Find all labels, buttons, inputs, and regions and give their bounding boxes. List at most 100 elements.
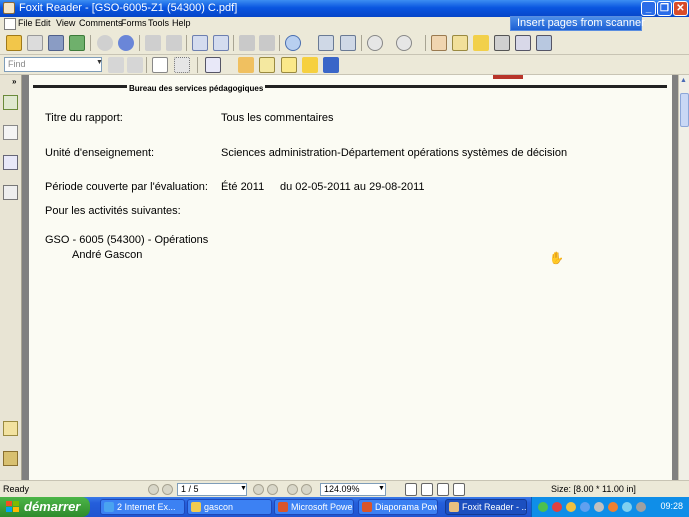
menu-file[interactable]: File — [18, 18, 33, 28]
usb-icon[interactable] — [594, 502, 604, 512]
zoom-level-field[interactable]: 124.09% — [320, 483, 386, 496]
foxit-app-icon[interactable] — [3, 2, 15, 14]
volume-icon[interactable] — [580, 502, 590, 512]
menu-edit[interactable]: Edit — [35, 18, 51, 28]
continuous-page-icon[interactable] — [174, 57, 190, 73]
attachments-icon[interactable] — [3, 185, 18, 200]
foxit-icon — [449, 502, 459, 512]
chevron-down-icon[interactable]: ▼ — [240, 485, 247, 492]
edit-icon[interactable] — [259, 57, 275, 73]
scroll-thumb[interactable] — [680, 93, 689, 127]
powerpoint-icon — [278, 502, 288, 512]
separator — [146, 57, 147, 73]
bookmarks-icon[interactable] — [3, 95, 18, 110]
menu-tools[interactable]: Tools — [148, 18, 169, 28]
instructor-name: André Gascon — [72, 249, 143, 261]
stamp-icon[interactable] — [238, 57, 254, 73]
messenger-icon[interactable] — [622, 502, 632, 512]
vertical-scrollbar[interactable]: ▲ — [678, 75, 689, 480]
fit-width-icon[interactable] — [340, 35, 356, 51]
annotation-icon[interactable] — [473, 35, 489, 51]
hand-tool-icon[interactable] — [431, 35, 447, 51]
task-slideshow[interactable]: Diaporama Pow... — [358, 499, 438, 515]
select-text-icon[interactable] — [452, 35, 468, 51]
network-icon[interactable] — [538, 502, 548, 512]
title-bar[interactable]: Foxit Reader - [GSO-6005-Z1 (54300) C.pd… — [0, 0, 689, 17]
app-tray-icon[interactable] — [608, 502, 618, 512]
find-previous-icon[interactable] — [108, 57, 124, 73]
update-icon[interactable] — [566, 502, 576, 512]
go-forward-icon[interactable] — [301, 484, 312, 495]
page-number-field[interactable]: 1 / 5 — [177, 483, 247, 496]
clock[interactable]: 09:28 — [660, 501, 683, 511]
last-page-icon[interactable] — [267, 484, 278, 495]
maximize-button[interactable]: ❐ — [657, 1, 672, 16]
zoom-icon[interactable] — [285, 35, 301, 51]
separator — [233, 35, 234, 51]
undo-icon[interactable] — [239, 35, 255, 51]
open-icon[interactable] — [6, 35, 22, 51]
zoom-in-icon[interactable] — [396, 35, 412, 51]
comments-icon[interactable] — [3, 421, 18, 436]
internet-explorer-icon — [104, 502, 114, 512]
layers-icon[interactable] — [3, 155, 18, 170]
facing-view-icon[interactable] — [437, 483, 449, 496]
close-button[interactable]: ✕ — [673, 1, 688, 16]
chevron-down-icon[interactable]: ▼ — [378, 485, 385, 492]
text-box-icon[interactable] — [281, 57, 297, 73]
continuous-view-icon[interactable] — [421, 483, 433, 496]
page-size-text: Size: [8.00 * 11.00 in] — [551, 484, 636, 494]
note-icon[interactable] — [302, 57, 318, 73]
hand-cursor-icon: ✋ — [549, 251, 564, 265]
save-icon[interactable] — [27, 35, 43, 51]
continuous-facing-view-icon[interactable] — [453, 483, 465, 496]
redo-icon[interactable] — [259, 35, 275, 51]
document-view[interactable]: Bureau des services pédagogiques Titre d… — [22, 75, 678, 480]
binoculars-icon[interactable] — [494, 35, 510, 51]
minimize-button[interactable]: _ — [641, 1, 656, 16]
printer-tray-icon[interactable] — [636, 502, 646, 512]
print-icon[interactable] — [48, 35, 64, 51]
task-internet-explorer[interactable]: 2 Internet Ex... — [100, 499, 185, 515]
go-back-icon[interactable] — [287, 484, 298, 495]
status-text: Ready — [3, 484, 30, 494]
menu-help[interactable]: Help — [172, 18, 191, 28]
snapshot-icon[interactable] — [515, 35, 531, 51]
insert-page-icon[interactable] — [192, 35, 208, 51]
taskbar: démarrer 2 Internet Ex... gascon Microso… — [0, 497, 689, 517]
next-page-icon[interactable] — [253, 484, 264, 495]
document-icon[interactable] — [4, 18, 16, 30]
pages-icon[interactable] — [3, 125, 18, 140]
arrow-tool-icon[interactable] — [323, 57, 339, 73]
down-arrow-icon[interactable] — [118, 35, 134, 51]
scroll-up-icon[interactable]: ▲ — [680, 77, 687, 84]
first-page-icon[interactable] — [148, 484, 159, 495]
up-arrow-icon[interactable] — [97, 35, 113, 51]
menu-comments[interactable]: Comments — [79, 18, 123, 28]
find-input[interactable]: Find — [4, 57, 102, 72]
extract-page-icon[interactable] — [213, 35, 229, 51]
single-page-icon[interactable] — [152, 57, 168, 73]
chevron-down-icon[interactable]: ▼ — [96, 59, 103, 66]
task-gascon-folder[interactable]: gascon — [187, 499, 272, 515]
zoom-out-icon[interactable] — [367, 35, 383, 51]
forward-icon[interactable] — [166, 35, 182, 51]
back-icon[interactable] — [145, 35, 161, 51]
insert-pages-from-scanner-button[interactable]: Insert pages from scanner — [510, 16, 645, 31]
start-button[interactable]: démarrer — [0, 497, 90, 517]
task-powerpoint[interactable]: Microsoft Powe... — [274, 499, 354, 515]
task-label: Diaporama Pow... — [375, 502, 438, 512]
single-page-view-icon[interactable] — [405, 483, 417, 496]
attachment-clip-icon[interactable] — [3, 451, 18, 466]
find-next-icon[interactable] — [127, 57, 143, 73]
task-foxit-reader[interactable]: Foxit Reader - ... — [445, 499, 527, 515]
menu-forms[interactable]: Forms — [121, 18, 147, 28]
camera-icon[interactable] — [536, 35, 552, 51]
menu-view[interactable]: View — [56, 18, 75, 28]
email-icon[interactable] — [69, 35, 85, 51]
fit-page-icon[interactable] — [318, 35, 334, 51]
previous-page-icon[interactable] — [162, 484, 173, 495]
collapse-panel-icon[interactable]: » — [12, 77, 16, 86]
security-icon[interactable] — [552, 502, 562, 512]
typewriter-icon[interactable] — [205, 57, 221, 73]
